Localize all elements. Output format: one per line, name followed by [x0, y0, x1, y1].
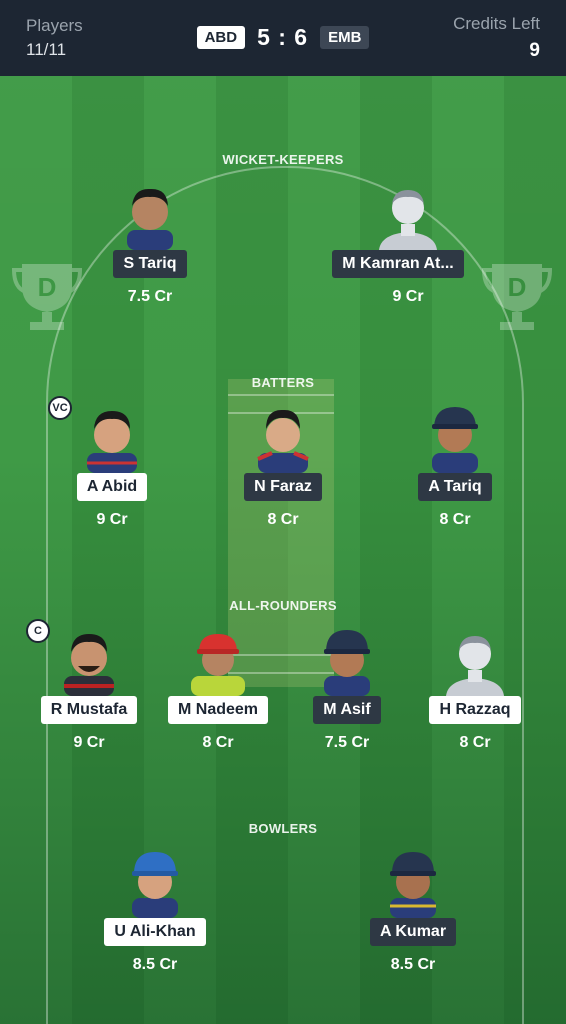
player-credits: 9 Cr: [392, 288, 424, 305]
credits-left: Credits Left 9: [453, 14, 540, 62]
player-photo: [250, 403, 316, 473]
player-name: M Kamran At...: [332, 250, 464, 278]
cricket-field: D D WICKET-KEEPERS BATTERS ALL-ROUNDERS …: [0, 76, 566, 1024]
player-photo: [380, 848, 446, 918]
svg-text:D: D: [508, 272, 527, 302]
player-card[interactable]: A Tariq 8 Cr: [380, 403, 530, 529]
section-bowlers: BOWLERS: [248, 821, 318, 836]
section-wicket-keepers: WICKET-KEEPERS: [222, 152, 344, 167]
player-credits: 8.5 Cr: [390, 956, 436, 973]
player-name: S Tariq: [113, 250, 187, 278]
player-credits: 7.5 Cr: [127, 288, 173, 305]
svg-text:D: D: [38, 272, 57, 302]
player-name: M Asif: [313, 696, 381, 724]
player-photo: [56, 626, 122, 696]
player-name: A Tariq: [418, 473, 492, 501]
player-photo: [122, 848, 188, 918]
player-photo: [185, 626, 251, 696]
player-name: R Mustafa: [40, 696, 138, 724]
player-name: M Nadeem: [167, 696, 269, 724]
team-split: 5 : 6: [257, 24, 309, 50]
team-emb-badge: EMB: [320, 26, 370, 49]
credits-value: 9: [529, 40, 540, 61]
player-card[interactable]: S Tariq 7.5 Cr: [75, 180, 225, 306]
player-photo: [422, 403, 488, 473]
player-card[interactable]: N Faraz 8 Cr: [208, 403, 358, 529]
player-credits: 8 Cr: [439, 511, 471, 528]
player-credits: 9 Cr: [96, 511, 128, 528]
player-name: N Faraz: [244, 473, 322, 501]
credits-label: Credits Left: [453, 14, 540, 33]
player-credits: 8 Cr: [202, 734, 234, 751]
trophy-icon: D: [482, 264, 552, 330]
section-batters: BATTERS: [251, 375, 315, 390]
player-credits: 8 Cr: [459, 734, 491, 751]
section-all-rounders: ALL-ROUNDERS: [229, 598, 337, 613]
player-card[interactable]: M Nadeem 8 Cr: [143, 626, 293, 752]
placeholder-avatar-icon: [442, 626, 508, 696]
player-card[interactable]: H Razzaq 8 Cr: [400, 626, 550, 752]
player-credits: 8.5 Cr: [132, 956, 178, 973]
player-card[interactable]: U Ali-Khan 8.5 Cr: [80, 848, 230, 974]
player-name: A Kumar: [369, 918, 457, 946]
player-photo: [79, 403, 145, 473]
player-card[interactable]: A Kumar 8.5 Cr: [338, 848, 488, 974]
player-photo: [117, 180, 183, 250]
player-card[interactable]: A Abid 9 Cr: [37, 403, 187, 529]
player-name: H Razzaq: [429, 696, 521, 724]
player-name: A Abid: [76, 473, 148, 501]
top-bar: Players 11/11 ABD 5 : 6 EMB Credits Left…: [0, 0, 566, 76]
player-credits: 9 Cr: [73, 734, 105, 751]
player-card[interactable]: R Mustafa 9 Cr: [14, 626, 164, 752]
player-card[interactable]: M Kamran At... 9 Cr: [332, 180, 483, 306]
player-photo: [314, 626, 380, 696]
player-name: U Ali-Khan: [104, 918, 206, 946]
player-credits: 8 Cr: [267, 511, 299, 528]
team-abd-badge: ABD: [196, 26, 246, 49]
trophy-icon: D: [12, 264, 82, 330]
placeholder-avatar-icon: [375, 180, 441, 250]
